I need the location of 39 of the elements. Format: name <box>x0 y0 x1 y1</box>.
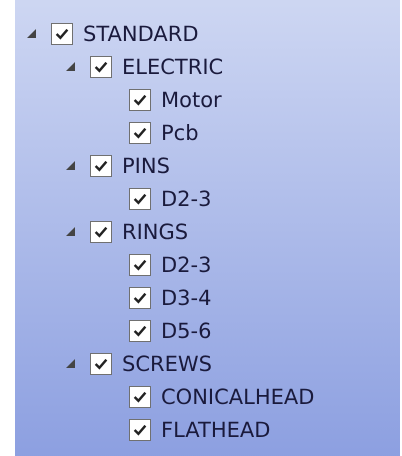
check-icon <box>94 358 108 370</box>
checkbox[interactable] <box>51 22 73 44</box>
checkbox[interactable] <box>129 188 151 210</box>
tree-item-label[interactable]: FLATHEAD <box>161 418 270 442</box>
tree-item-label[interactable]: D2-3 <box>161 186 212 210</box>
checkbox[interactable] <box>129 286 151 308</box>
checkbox[interactable] <box>129 254 151 276</box>
tree-item-label[interactable]: Pcb <box>161 120 199 144</box>
checkbox[interactable] <box>129 88 151 110</box>
tree-item-label[interactable]: RINGS <box>122 220 188 244</box>
tree-item-label[interactable]: D5-6 <box>161 318 212 342</box>
check-icon <box>133 390 147 402</box>
check-icon <box>133 424 147 436</box>
check-icon <box>133 292 147 304</box>
check-icon <box>94 160 108 172</box>
tree-item-label[interactable]: SCREWS <box>122 352 212 376</box>
tree-item-label[interactable]: D2-3 <box>161 252 212 276</box>
checkbox[interactable] <box>90 154 112 176</box>
check-icon <box>55 28 69 40</box>
tree-item-label[interactable]: Motor <box>161 88 222 112</box>
check-icon <box>133 258 147 270</box>
tree-item-label[interactable]: D3-4 <box>161 286 212 310</box>
check-icon <box>133 94 147 106</box>
checkbox[interactable] <box>129 418 151 440</box>
checkbox[interactable] <box>129 122 151 144</box>
tree-item-label[interactable]: ELECTRIC <box>122 54 224 78</box>
tree-item-label[interactable]: CONICALHEAD <box>161 384 314 408</box>
check-icon <box>133 192 147 204</box>
check-icon <box>94 60 108 72</box>
checkbox[interactable] <box>129 386 151 408</box>
checkbox[interactable] <box>90 352 112 374</box>
check-icon <box>133 126 147 138</box>
check-icon <box>94 226 108 238</box>
tree-item-label[interactable]: STANDARD <box>83 22 199 46</box>
tree-item-label[interactable]: PINS <box>122 154 170 178</box>
checkbox[interactable] <box>90 56 112 78</box>
checkbox[interactable] <box>90 220 112 242</box>
checkbox[interactable] <box>129 320 151 342</box>
check-icon <box>133 324 147 336</box>
